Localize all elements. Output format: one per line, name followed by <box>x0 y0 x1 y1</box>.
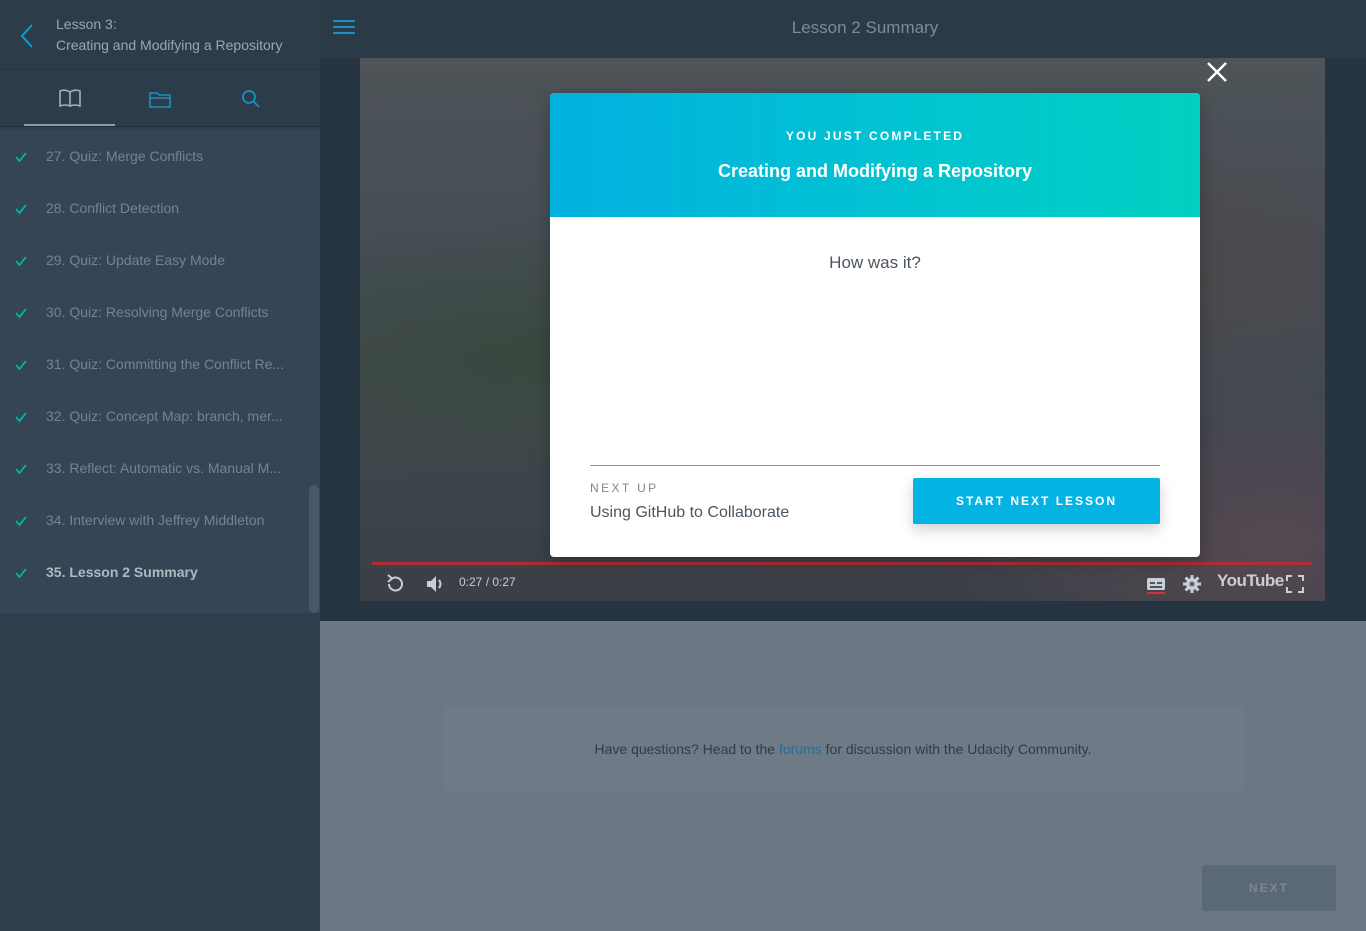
completed-label: YOU JUST COMPLETED <box>785 129 965 143</box>
next-up-title: Using GitHub to Collaborate <box>590 504 790 521</box>
check-icon <box>15 568 27 579</box>
captions-icon[interactable] <box>1145 573 1167 595</box>
sidebar: Lesson 3: Creating and Modifying a Repos… <box>0 0 320 931</box>
forum-text-prefix: Have questions? Head to the <box>594 741 779 757</box>
chevron-left-icon[interactable] <box>16 22 40 50</box>
list-item-label: 32. Quiz: Concept Map: branch, mer... <box>46 408 283 424</box>
list-item-label: 34. Interview with Jeffrey Middleton <box>46 512 265 528</box>
next-up-label: NEXT UP <box>590 481 659 495</box>
close-icon[interactable] <box>1205 60 1229 84</box>
sidebar-header: Lesson 3: Creating and Modifying a Repos… <box>0 0 320 70</box>
check-icon <box>15 204 27 215</box>
list-item[interactable]: 30. Quiz: Resolving Merge Conflicts <box>0 288 305 340</box>
list-item-label: 28. Conflict Detection <box>46 200 180 216</box>
list-item-label: 27. Quiz: Merge Conflicts <box>46 148 204 164</box>
search-icon <box>241 89 260 108</box>
youtube-logo[interactable]: YouTube <box>1217 571 1284 591</box>
video-time: 0:27 / 0:27 <box>459 575 516 589</box>
check-icon <box>15 516 27 527</box>
next-button[interactable]: NEXT <box>1202 865 1336 911</box>
sidebar-scrollbar[interactable] <box>309 485 319 613</box>
forum-text-suffix: for discussion with the Udacity Communit… <box>821 741 1092 757</box>
replay-icon[interactable] <box>384 573 406 595</box>
tab-resources[interactable] <box>114 71 205 126</box>
top-bar: Lesson 2 Summary <box>320 0 1366 58</box>
lesson-list: 27. Quiz: Merge Conflicts 28. Conflict D… <box>0 130 320 613</box>
volume-icon[interactable] <box>424 573 446 595</box>
list-item[interactable]: 27. Quiz: Merge Conflicts <box>0 132 305 184</box>
check-icon <box>15 464 27 475</box>
start-next-lesson-button[interactable]: START NEXT LESSON <box>913 478 1160 524</box>
list-item[interactable]: 32. Quiz: Concept Map: branch, mer... <box>0 392 305 444</box>
check-icon <box>15 360 27 371</box>
video-progress-bar[interactable] <box>372 562 1312 565</box>
list-item[interactable]: 28. Conflict Detection <box>0 184 305 236</box>
lesson-title: Creating and Modifying a Repository <box>56 37 283 53</box>
check-icon <box>15 152 27 163</box>
list-item[interactable]: 34. Interview with Jeffrey Middleton <box>0 496 305 548</box>
check-icon <box>15 256 27 267</box>
book-icon <box>58 88 81 107</box>
list-item-current[interactable]: 35. Lesson 2 Summary <box>0 548 305 600</box>
page-title: Lesson 2 Summary <box>791 18 939 37</box>
list-item[interactable]: 33. Reflect: Automatic vs. Manual M... <box>0 444 305 496</box>
forums-link[interactable]: forums <box>779 741 822 757</box>
list-item-label: 29. Quiz: Update Easy Mode <box>46 252 225 268</box>
completed-title: Creating and Modifying a Repository <box>717 161 1033 181</box>
lesson-content: Have questions? Head to the forums for d… <box>320 621 1366 931</box>
list-item-label: 35. Lesson 2 Summary <box>46 564 198 580</box>
tab-search[interactable] <box>205 71 296 126</box>
check-icon <box>15 308 27 319</box>
settings-gear-icon[interactable] <box>1181 573 1203 595</box>
modal-header: YOU JUST COMPLETED Creating and Modifyin… <box>550 93 1200 217</box>
list-item[interactable]: 29. Quiz: Update Easy Mode <box>0 236 305 288</box>
fullscreen-icon[interactable] <box>1284 573 1306 595</box>
rating-question: How was it? <box>829 253 921 272</box>
list-item-label: 33. Reflect: Automatic vs. Manual M... <box>46 460 281 476</box>
sidebar-tabs <box>0 71 320 127</box>
folder-icon <box>148 91 171 108</box>
lesson-complete-modal: YOU JUST COMPLETED Creating and Modifyin… <box>550 93 1200 557</box>
forum-text: Have questions? Head to the forums for d… <box>320 741 1366 757</box>
check-icon <box>15 412 27 423</box>
list-item-label: 31. Quiz: Committing the Conflict Re... <box>46 356 285 372</box>
tab-concepts[interactable] <box>24 71 115 126</box>
divider <box>590 465 1160 466</box>
list-item-label: 30. Quiz: Resolving Merge Conflicts <box>46 304 269 320</box>
list-item[interactable]: 31. Quiz: Committing the Conflict Re... <box>0 340 305 392</box>
lesson-number: Lesson 3: <box>56 16 117 32</box>
